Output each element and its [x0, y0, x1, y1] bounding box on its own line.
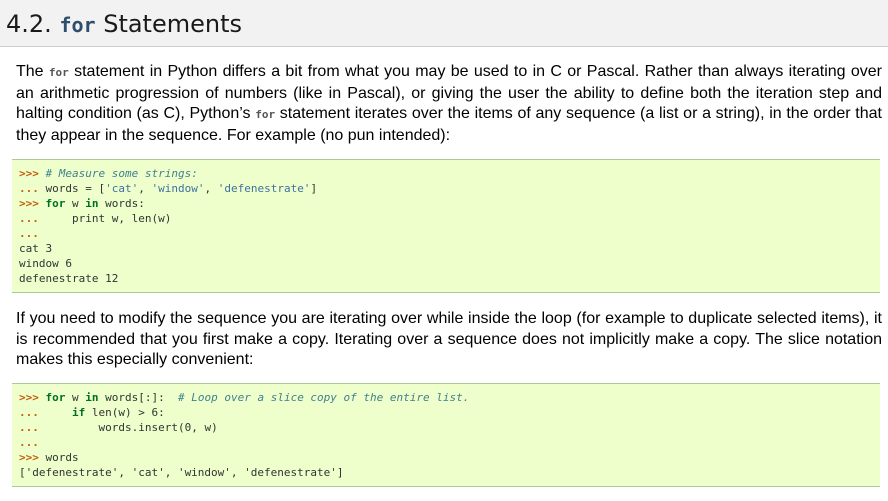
paragraph-intro: The for statement in Python differs a bi… [16, 62, 882, 146]
code-line: >>> # Measure some strings: [19, 166, 873, 181]
code-comment: # Loop over a slice copy of the entire l… [177, 391, 470, 404]
code-text: , [138, 182, 152, 195]
inline-code-for: for [255, 108, 276, 121]
prompt: >>> [19, 451, 39, 464]
inline-code-for: for [48, 66, 69, 79]
code-text: print w, len(w) [45, 212, 172, 225]
code-text: words.insert(0, w) [45, 421, 218, 434]
section-title-text: Statements [103, 10, 242, 38]
code-line: >>> words [19, 450, 873, 465]
code-output: window 6 [19, 257, 72, 270]
prompt: ... [19, 436, 39, 449]
code-text: w [65, 197, 86, 210]
code-line: ... [19, 226, 873, 241]
code-string: 'cat' [105, 182, 139, 195]
code-output: defenestrate 12 [19, 272, 119, 285]
code-text: words [38, 451, 79, 464]
section-title: 4.2. for Statements [6, 9, 242, 40]
code-text: words: [98, 197, 145, 210]
code-line: ... print w, len(w) [19, 211, 873, 226]
prompt: >>> [19, 391, 39, 404]
code-text: , [204, 182, 218, 195]
prompt: ... [19, 212, 39, 225]
code-line: ... if len(w) > 6: [19, 405, 873, 420]
code-string: 'window' [151, 182, 205, 195]
code-block-example-2: >>> for w in words[:]: # Loop over a sli… [12, 383, 880, 487]
section-heading-bar: 4.2. for Statements [0, 0, 888, 47]
code-line: >>> for w in words[:]: # Loop over a sli… [19, 390, 873, 405]
code-text: words = [ [45, 182, 106, 195]
paragraph-modify-sequence: If you need to modify the sequence you a… [16, 310, 882, 368]
code-keyword: in [85, 391, 99, 404]
prompt: >>> [19, 197, 39, 210]
code-text: w [65, 391, 86, 404]
code-block-example-1: >>> # Measure some strings: ... words = … [12, 159, 880, 293]
code-line: ... words.insert(0, w) [19, 420, 873, 435]
paragraph-text: The [16, 63, 49, 80]
code-keyword: for [45, 391, 66, 404]
code-line: ... [19, 435, 873, 450]
code-keyword: in [85, 197, 99, 210]
code-output: ['defenestrate', 'cat', 'window', 'defen… [19, 466, 344, 479]
code-text: len(w) > 6: [85, 406, 165, 419]
prompt: ... [19, 421, 39, 434]
code-comment: # Measure some strings: [45, 167, 198, 180]
prompt: ... [19, 227, 39, 240]
prompt: >>> [19, 167, 39, 180]
code-string: 'defenestrate' [217, 182, 311, 195]
code-line: >>> for w in words: [19, 196, 873, 211]
code-output: cat 3 [19, 242, 53, 255]
section-keyword: for [59, 13, 96, 37]
code-keyword: for [45, 197, 66, 210]
code-keyword: if [72, 406, 86, 419]
section-number: 4.2. [6, 10, 52, 38]
prompt: ... [19, 406, 39, 419]
prompt: ... [19, 182, 39, 195]
code-line: ... words = ['cat', 'window', 'defenestr… [19, 181, 873, 196]
code-text: words[:]: [98, 391, 178, 404]
code-text: ] [310, 182, 318, 195]
